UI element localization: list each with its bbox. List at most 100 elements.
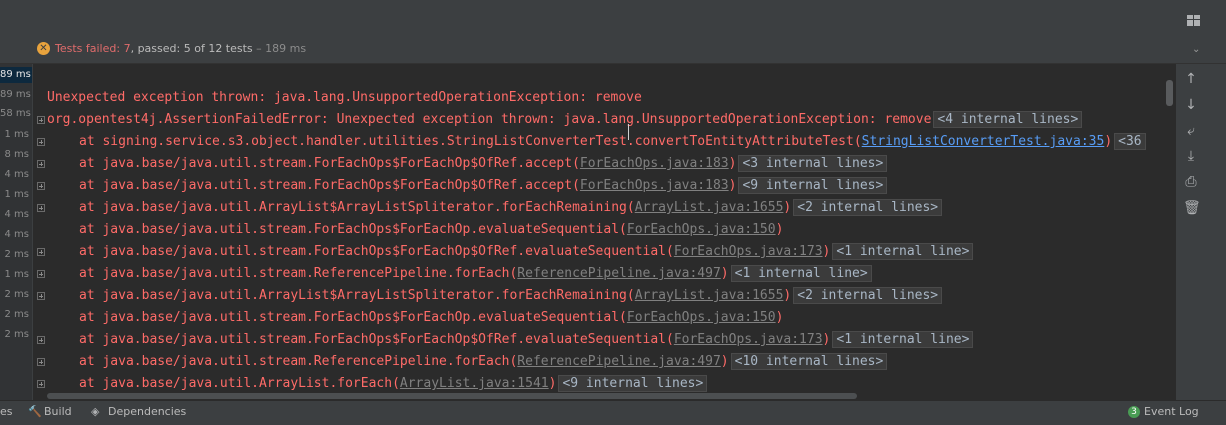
console-line: at java.base/java.util.stream.ForEachOps… (47, 330, 974, 350)
tab-partial[interactable]: es (0, 405, 13, 419)
total-count: of 12 tests (190, 42, 253, 55)
expand-toggle-icon[interactable] (37, 380, 45, 388)
expand-toggle-icon[interactable] (37, 160, 45, 168)
failed-count: Tests failed: 7 (55, 42, 131, 55)
console-output[interactable]: Unexpected exception thrown: java.lang.U… (34, 64, 1176, 400)
test-duration[interactable]: 89 ms (0, 68, 31, 82)
folded-lines[interactable]: <3 internal lines> (738, 155, 888, 172)
console-line-text: org.opentest4j.AssertionFailedError: Une… (47, 112, 932, 127)
print-icon[interactable]: ⎙ (1183, 174, 1199, 190)
tab-dependencies[interactable]: Dependencies (108, 405, 186, 419)
folded-lines[interactable]: <1 internal line> (832, 331, 974, 348)
console-line: Unexpected exception thrown: java.lang.U… (47, 88, 642, 108)
source-link[interactable]: ArrayList.java:1541 (400, 376, 549, 391)
test-duration[interactable]: 4 ms (0, 208, 30, 222)
test-duration[interactable]: 2 ms (0, 308, 30, 322)
console-line: at java.base/java.util.stream.ForEachOps… (47, 242, 974, 262)
source-link[interactable]: ReferencePipeline.java:497 (517, 354, 721, 369)
console-line-suffix: ) (1104, 134, 1113, 149)
folded-lines[interactable]: <1 internal line> (730, 265, 872, 282)
console-line: at java.base/java.util.stream.ReferenceP… (47, 352, 888, 372)
chevron-down-icon[interactable]: ⌄ (1192, 44, 1200, 55)
test-duration[interactable]: 1 ms (0, 128, 30, 142)
folded-lines[interactable]: <2 internal lines> (793, 287, 943, 304)
folded-lines[interactable]: <9 internal lines> (558, 375, 708, 392)
test-duration[interactable]: 2 ms (0, 288, 30, 302)
console-line: at java.base/java.util.stream.ForEachOps… (47, 220, 783, 240)
console-line-text: at java.base/java.util.ArrayList.forEach… (79, 376, 400, 391)
folded-lines[interactable]: <10 internal lines> (730, 353, 888, 370)
dependencies-icon: ◈ (91, 405, 100, 418)
console-line: at java.base/java.util.stream.ReferenceP… (47, 264, 872, 284)
source-link[interactable]: StringListConverterTest.java:35 (862, 134, 1105, 149)
expand-toggle-icon[interactable] (37, 358, 45, 366)
test-duration[interactable]: 8 ms (0, 148, 30, 162)
console-line-suffix: ) (720, 354, 729, 369)
console-line: at java.base/java.util.stream.ForEachOps… (47, 308, 783, 328)
source-link[interactable]: ForEachOps.java:173 (674, 332, 823, 347)
console-line: at java.base/java.util.ArrayList$ArrayLi… (47, 286, 943, 306)
console-line: org.opentest4j.AssertionFailedError: Une… (47, 110, 1083, 130)
expand-toggle-icon[interactable] (37, 116, 45, 124)
console-line: at signing.service.s3.object.handler.uti… (47, 132, 1146, 152)
console-line-text: at java.base/java.util.stream.ForEachOps… (79, 222, 627, 237)
horizontal-scrollbar[interactable] (47, 393, 857, 399)
source-link[interactable]: ForEachOps.java:183 (580, 178, 729, 193)
event-count-badge: 3 (1128, 406, 1140, 418)
expand-toggle-icon[interactable] (37, 248, 45, 256)
console-line-suffix: ) (775, 222, 784, 237)
console-line: at java.base/java.util.ArrayList$ArrayLi… (47, 198, 943, 218)
console-line-text: at java.base/java.util.stream.ForEachOps… (79, 156, 580, 171)
test-duration[interactable]: 4 ms (0, 228, 30, 242)
console-line-text: at java.base/java.util.stream.ReferenceP… (79, 354, 518, 369)
console-line-text: at java.base/java.util.stream.ForEachOps… (79, 332, 674, 347)
source-link[interactable]: ArrayList.java:1655 (635, 200, 784, 215)
soft-wrap-icon[interactable]: ⤶ (1183, 123, 1199, 139)
test-duration[interactable]: 1 ms (0, 268, 30, 282)
folded-lines[interactable]: <36 (1114, 133, 1146, 150)
tab-build[interactable]: Build (44, 405, 72, 419)
source-link[interactable]: ReferencePipeline.java:497 (517, 266, 721, 281)
console-line-text: at java.base/java.util.stream.ForEachOps… (79, 244, 674, 259)
console-line-suffix: ) (720, 266, 729, 281)
expand-toggle-icon[interactable] (37, 336, 45, 344)
expand-toggle-icon[interactable] (37, 138, 45, 146)
source-link[interactable]: ForEachOps.java:173 (674, 244, 823, 259)
folded-lines[interactable]: <9 internal lines> (738, 177, 888, 194)
expand-toggle-icon[interactable] (37, 182, 45, 190)
test-duration[interactable]: 1 ms (0, 188, 30, 202)
source-link[interactable]: ForEachOps.java:150 (627, 222, 776, 237)
test-duration[interactable]: 4 ms (0, 168, 30, 182)
test-duration[interactable]: 2 ms (0, 248, 30, 262)
console-line-text: at java.base/java.util.ArrayList$ArrayLi… (79, 288, 635, 303)
console-line-suffix: ) (783, 288, 792, 303)
folded-lines[interactable]: <1 internal line> (832, 243, 974, 260)
folded-lines[interactable]: <4 internal lines> (933, 111, 1083, 128)
arrow-up-icon[interactable]: ↑ (1183, 71, 1199, 87)
folded-lines[interactable]: <2 internal lines> (793, 199, 943, 216)
console-line: at java.base/java.util.stream.ForEachOps… (47, 176, 888, 196)
passed-count: , passed: 5 (130, 42, 191, 55)
console-line-suffix: ) (822, 332, 831, 347)
console-line-text: at signing.service.s3.object.handler.uti… (79, 134, 862, 149)
console-line-suffix: ) (783, 200, 792, 215)
expand-toggle-icon[interactable] (37, 270, 45, 278)
console-line: at java.base/java.util.stream.ForEachOps… (47, 154, 888, 174)
source-link[interactable]: ForEachOps.java:150 (627, 310, 776, 325)
trash-icon[interactable]: 🗑 (1183, 200, 1201, 216)
test-duration[interactable]: 58 ms (0, 107, 31, 121)
test-duration[interactable]: 2 ms (0, 328, 30, 342)
test-duration[interactable]: 89 ms (0, 88, 31, 102)
scroll-to-end-icon[interactable]: ⤓ (1183, 148, 1199, 164)
console-line: at java.base/java.util.ArrayList.forEach… (47, 374, 708, 394)
tab-event-log[interactable]: Event Log (1144, 405, 1199, 419)
console-line-text: at java.base/java.util.stream.ForEachOps… (79, 310, 627, 325)
hammer-icon: 🔨 (28, 405, 42, 418)
arrow-down-icon[interactable]: ↓ (1183, 97, 1199, 113)
layout-icon[interactable] (1187, 15, 1200, 26)
expand-toggle-icon[interactable] (37, 292, 45, 300)
expand-toggle-icon[interactable] (37, 204, 45, 212)
source-link[interactable]: ForEachOps.java:183 (580, 156, 729, 171)
vertical-scrollbar[interactable] (1166, 80, 1173, 106)
source-link[interactable]: ArrayList.java:1655 (635, 288, 784, 303)
